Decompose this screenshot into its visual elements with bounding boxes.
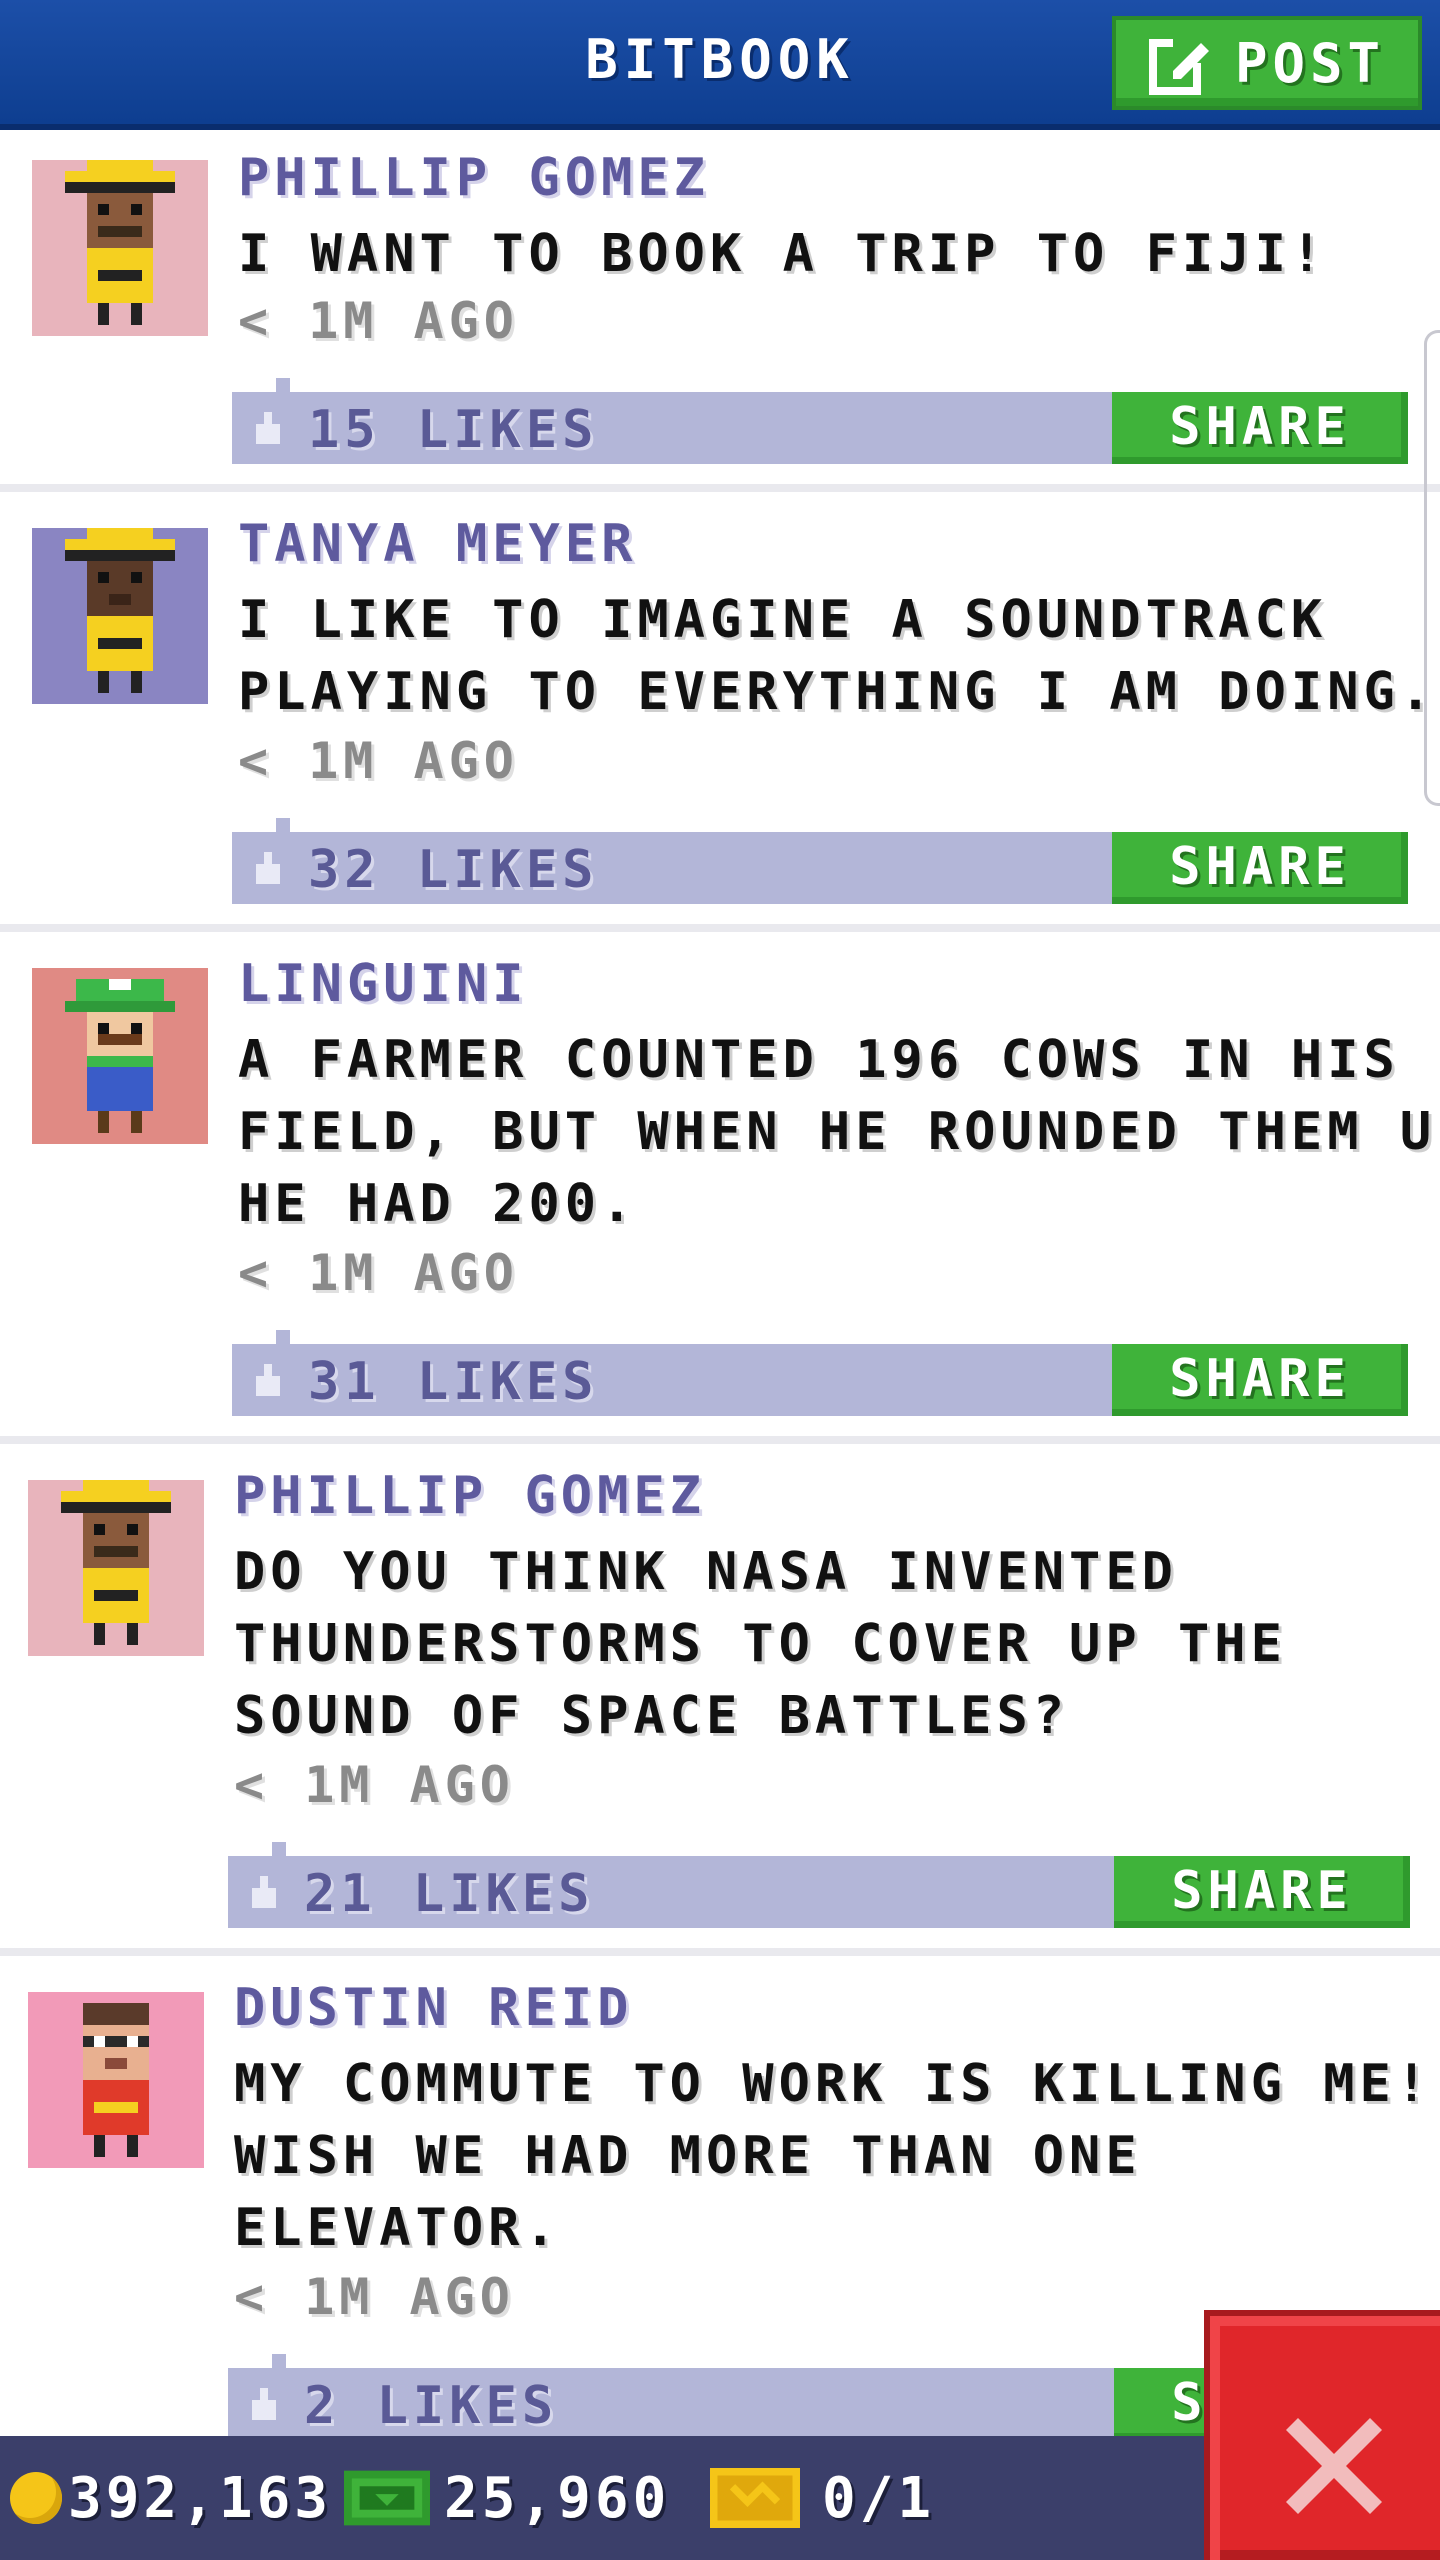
- character-avatar-icon: [32, 968, 208, 1144]
- tickets-value: 0/1: [822, 2465, 936, 2531]
- post-text: I WANT TO BOOK A TRIP TO FIJI!: [238, 218, 1440, 290]
- post-text-line: A FARMER COUNTED 196 COWS IN HIS: [238, 1030, 1400, 1090]
- post-text-line: MY COMMUTE TO WORK IS KILLING ME! I: [234, 2054, 1440, 2114]
- edit-icon: [1148, 35, 1209, 95]
- avatar[interactable]: [28, 1480, 204, 1656]
- coin-icon: [10, 2472, 62, 2524]
- post-button[interactable]: POST: [1112, 16, 1422, 110]
- share-button[interactable]: SHARE: [1112, 1344, 1408, 1416]
- post-divider: [0, 924, 1440, 932]
- share-button[interactable]: SHARE: [1114, 1856, 1410, 1928]
- likes-bar: 21 LIKES SHARE: [228, 1842, 1410, 1928]
- post-text-line: I LIKE TO IMAGINE A SOUNDTRACK: [238, 590, 1328, 650]
- character-avatar-icon: [28, 1992, 204, 2168]
- cash-icon: [344, 2470, 430, 2526]
- likes-bar-notch: [276, 818, 290, 832]
- thumb-up-icon[interactable]: [252, 412, 284, 444]
- post-divider: [0, 484, 1440, 492]
- coins-value: 392,163: [68, 2465, 333, 2531]
- likes-bar-notch: [272, 1842, 286, 1856]
- thumb-up-icon[interactable]: [248, 1876, 280, 1908]
- post-text-line: HE HAD 200.: [238, 1174, 638, 1234]
- scrollbar[interactable]: [1424, 330, 1440, 806]
- bux-value: 25,960: [444, 2465, 671, 2531]
- likes-bar: 31 LIKES SHARE: [232, 1330, 1408, 1416]
- post-timestamp: < 1M AGO: [238, 1244, 519, 1302]
- close-icon: [1286, 2418, 1382, 2514]
- post-divider: [0, 1948, 1440, 1956]
- post-button-label: POST: [1234, 31, 1386, 95]
- post-text-line: WISH WE HAD MORE THAN ONE: [234, 2126, 1142, 2186]
- likes-count: 15 LIKES: [308, 400, 599, 460]
- post-text: A FARMER COUNTED 196 COWS IN HIS FIELD, …: [238, 1024, 1440, 1240]
- character-avatar-icon: [32, 160, 208, 336]
- avatar[interactable]: [32, 968, 208, 1144]
- post-author[interactable]: PHILLIP GOMEZ: [234, 1466, 706, 1526]
- likes-bar: 15 LIKES SHARE: [232, 378, 1408, 464]
- post-text-line: DO YOU THINK NASA INVENTED: [234, 1542, 1178, 1602]
- likes-count: 2 LIKES: [304, 2376, 559, 2436]
- post-timestamp: < 1M AGO: [238, 292, 519, 350]
- post-text: I LIKE TO IMAGINE A SOUNDTRACK PLAYING T…: [238, 584, 1440, 728]
- close-button[interactable]: [1204, 2310, 1440, 2560]
- likes-bar: 32 LIKES SHARE: [232, 818, 1408, 904]
- share-button[interactable]: SHARE: [1112, 832, 1408, 904]
- post-author[interactable]: PHILLIP GOMEZ: [238, 148, 710, 208]
- app-header: BITBOOK POST: [0, 0, 1440, 130]
- likes-bar-notch: [272, 2354, 286, 2368]
- share-button[interactable]: SHARE: [1112, 392, 1408, 464]
- thumb-up-icon[interactable]: [252, 1364, 284, 1396]
- post-text-line: ELEVATOR.: [234, 2198, 561, 2258]
- post-text-line: FIELD, BUT WHEN HE ROUNDED THEM UP: [238, 1102, 1440, 1162]
- avatar[interactable]: [32, 160, 208, 336]
- post-author[interactable]: TANYA MEYER: [238, 514, 637, 574]
- post-text-line: SOUND OF SPACE BATTLES?: [234, 1686, 1070, 1746]
- post-divider: [0, 1436, 1440, 1444]
- post-text: DO YOU THINK NASA INVENTED THUNDERSTORMS…: [234, 1536, 1440, 1752]
- post-text-line: I WANT TO BOOK A TRIP TO FIJI!: [238, 224, 1328, 284]
- avatar[interactable]: [32, 528, 208, 704]
- post-author[interactable]: LINGUINI: [238, 954, 528, 1014]
- thumb-up-icon[interactable]: [252, 852, 284, 884]
- post-timestamp: < 1M AGO: [234, 1756, 515, 1814]
- post-text-line: PLAYING TO EVERYTHING I AM DOING.: [238, 662, 1437, 722]
- likes-bar-notch: [276, 1330, 290, 1344]
- character-avatar-icon: [32, 528, 208, 704]
- character-avatar-icon: [28, 1480, 204, 1656]
- thumb-up-icon[interactable]: [248, 2388, 280, 2420]
- avatar[interactable]: [28, 1992, 204, 2168]
- tickets-display: 0/1: [710, 2436, 935, 2560]
- post-timestamp: < 1M AGO: [238, 732, 519, 790]
- post-text: MY COMMUTE TO WORK IS KILLING ME! I WISH…: [234, 2048, 1440, 2264]
- bux-display: 25,960: [344, 2436, 670, 2560]
- likes-count: 21 LIKES: [304, 1864, 595, 1924]
- likes-count: 32 LIKES: [308, 840, 599, 900]
- likes-count: 31 LIKES: [308, 1352, 599, 1412]
- coins-display: 392,163: [10, 2436, 332, 2560]
- post-author[interactable]: DUSTIN REID: [234, 1978, 633, 2038]
- post-timestamp: < 1M AGO: [234, 2268, 515, 2326]
- likes-bar-notch: [276, 378, 290, 392]
- post-text-line: THUNDERSTORMS TO COVER UP THE: [234, 1614, 1287, 1674]
- ticket-icon: [710, 2468, 800, 2528]
